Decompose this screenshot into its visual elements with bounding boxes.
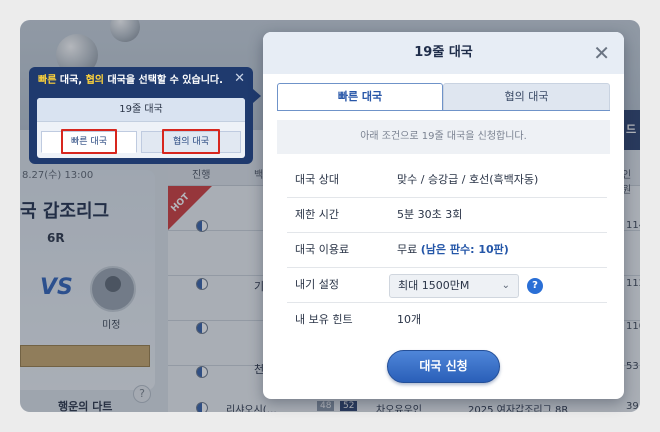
fee-value: 무료 (남은 판수: 10판) (397, 243, 509, 256)
bet-select[interactable]: 최대 1500만M ⌄ (389, 274, 519, 298)
fee-label: 대국 이용료 (295, 243, 350, 256)
highlight-outline (162, 129, 220, 154)
match-request-dialog: 19줄 대국 ✕ 빠른 대국 협의 대국 아래 조건으로 19줄 대국을 신청합… (263, 32, 624, 399)
row-fee: 대국 이용료 무료 (남은 판수: 10판) (287, 233, 607, 268)
guide-message: 빠른 대국, 협의 대국을 선택할 수 있습니다. (38, 75, 223, 86)
bet-selected-value: 최대 1500만M (398, 279, 470, 292)
tab-fast-match[interactable]: 빠른 대국 (277, 83, 443, 111)
hints-label: 내 보유 힌트 (295, 313, 353, 326)
match-type-tabs: 빠른 대국 협의 대국 (277, 83, 610, 111)
notice-banner: 아래 조건으로 19줄 대국을 신청합니다. (277, 120, 610, 154)
guide-preview: 19줄 대국 빠른 대국 협의 대국 (37, 98, 245, 158)
guide-preview-title: 19줄 대국 (37, 98, 245, 122)
highlight-outline (61, 129, 117, 154)
row-opponent: 대국 상대 맞수 / 승강급 / 호선(흑백자동) (287, 163, 607, 198)
apply-match-button[interactable]: 대국 신청 (387, 350, 500, 383)
remaining-games: (남은 판수: 10판) (420, 243, 509, 256)
opponent-label: 대국 상대 (295, 173, 339, 186)
row-bet: 내기 설정 최대 1500만M ⌄ ? (287, 268, 607, 303)
dialog-title: 19줄 대국 (414, 45, 473, 60)
close-icon[interactable]: ✕ (234, 71, 245, 86)
time-limit-value: 5분 30초 3회 (397, 208, 463, 221)
tabs-divider (277, 110, 610, 111)
guide-tooltip: 빠른 대국, 협의 대국을 선택할 수 있습니다. ✕ 19줄 대국 빠른 대국… (29, 67, 261, 164)
opponent-value: 맞수 / 승강급 / 호선(흑백자동) (397, 173, 539, 186)
bet-label: 내기 설정 (295, 278, 339, 291)
close-icon[interactable]: ✕ (593, 32, 610, 74)
dialog-header: 19줄 대국 ✕ (263, 32, 624, 74)
row-time-limit: 제한 시간 5분 30초 3회 (287, 198, 607, 233)
tab-agreed-match[interactable]: 협의 대국 (443, 83, 610, 111)
guide-preview-tab-agree: 협의 대국 (141, 129, 241, 154)
help-icon[interactable]: ? (527, 278, 543, 294)
guide-preview-tab-fast: 빠른 대국 (41, 129, 137, 154)
hints-value: 10개 (397, 313, 422, 326)
match-conditions: 대국 상대 맞수 / 승강급 / 호선(흑백자동) 제한 시간 5분 30초 3… (287, 163, 607, 338)
row-hints: 내 보유 힌트 10개 (287, 303, 607, 338)
chevron-down-icon: ⌄ (501, 280, 510, 291)
time-limit-label: 제한 시간 (295, 208, 339, 221)
